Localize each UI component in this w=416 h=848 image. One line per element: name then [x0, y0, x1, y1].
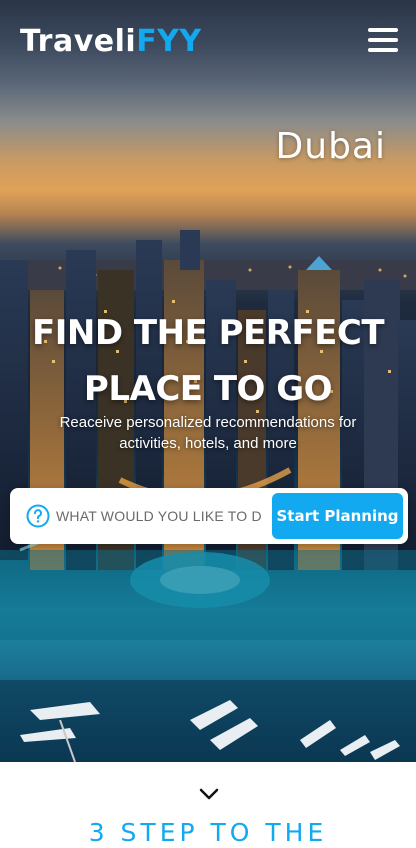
- destination-city-label: Dubai: [275, 126, 386, 167]
- brand-logo[interactable]: TraveliFYY: [20, 24, 202, 59]
- question-circle-icon[interactable]: [26, 504, 50, 528]
- marina-boats-image: [0, 680, 416, 762]
- hero-headline-line2: PLACE TO GO: [83, 369, 333, 409]
- steps-section-title: 3 STEP TO THE: [88, 818, 328, 847]
- hero-subline-line1: Reaceive personalized recommendations fo…: [59, 414, 357, 431]
- hero-headline-line1: FIND THE PERFECT: [31, 313, 385, 353]
- hamburger-menu-icon[interactable]: [368, 26, 400, 54]
- search-bar: Start Planning: [10, 488, 408, 544]
- steps-section: 3 STEP TO THE: [0, 762, 416, 848]
- top-navbar: TraveliFYY: [0, 0, 416, 80]
- chevron-down-icon[interactable]: [198, 786, 220, 802]
- brand-name-accent: FYY: [136, 24, 202, 59]
- activity-search-input[interactable]: [56, 504, 262, 528]
- hero-subline: Reaceive personalized recommendations fo…: [30, 412, 386, 454]
- start-planning-button[interactable]: Start Planning: [272, 493, 403, 539]
- hero-subline-line2: activities, hotels, and more: [119, 435, 297, 452]
- hero-section: TraveliFYY Dubai FIND THE PERFECT PLACE …: [0, 0, 416, 762]
- hero-headline: FIND THE PERFECT PLACE TO GO: [0, 305, 416, 417]
- brand-name-main: Traveli: [20, 24, 137, 59]
